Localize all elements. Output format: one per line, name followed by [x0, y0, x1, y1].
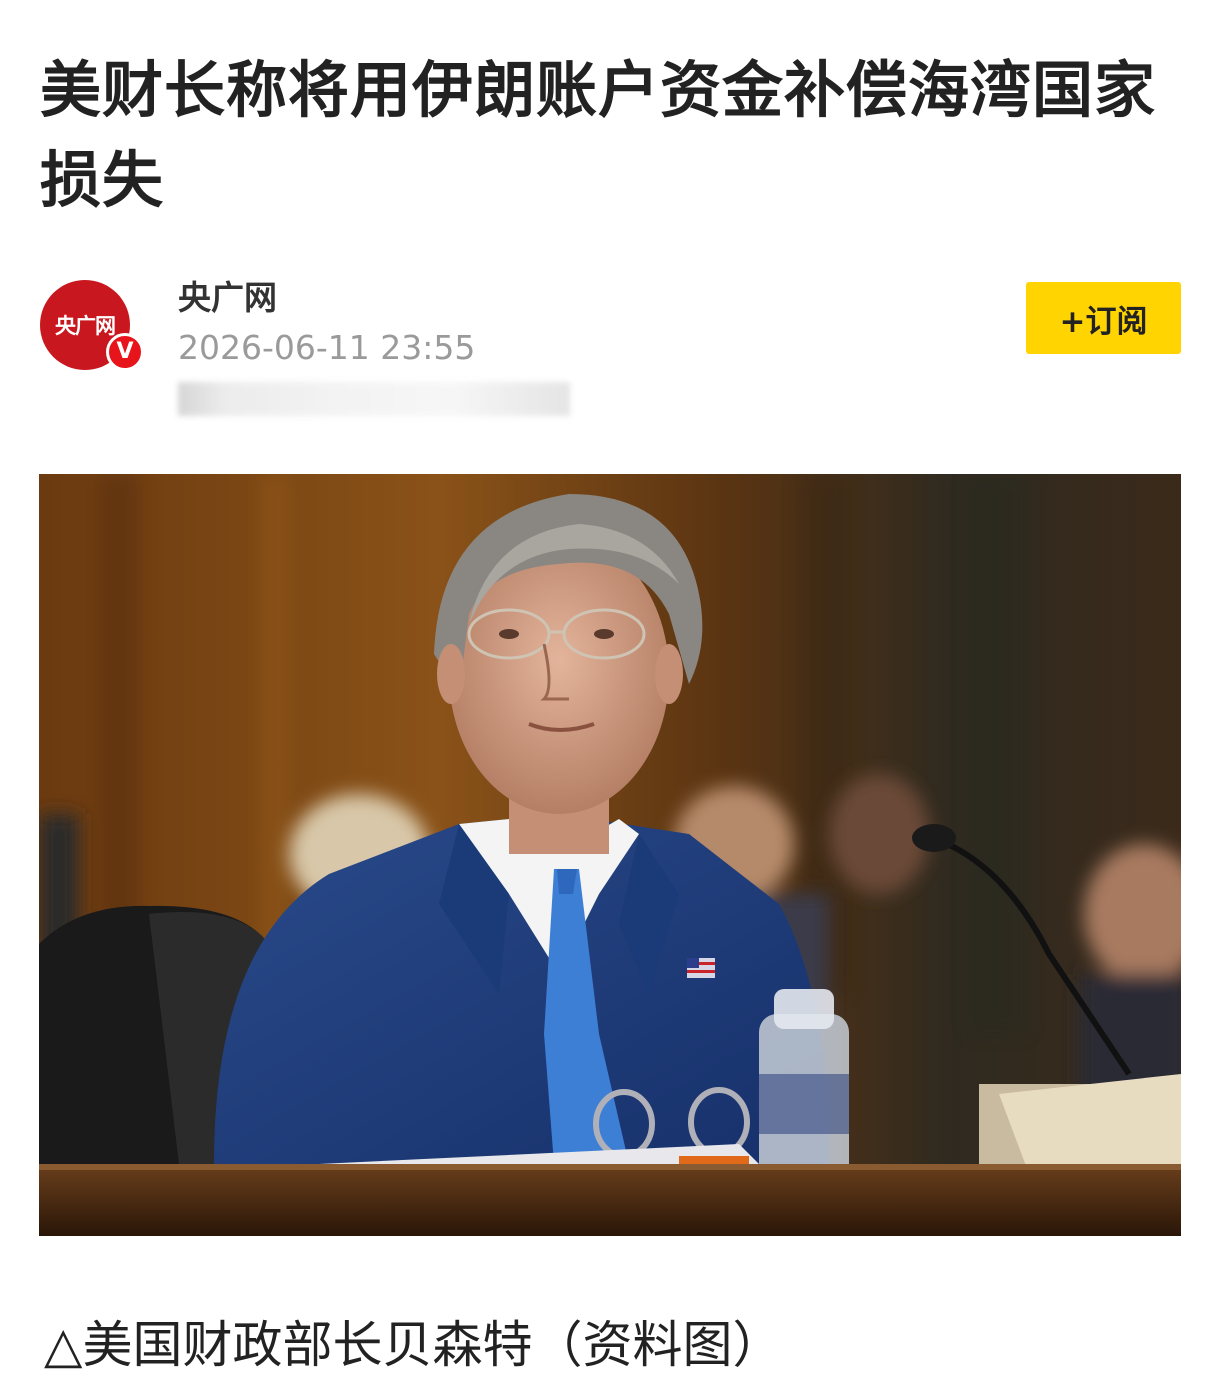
publish-time: 2026-06-11 23:55 [178, 328, 476, 367]
article-title: 美财长称将用伊朗账户资金补偿海湾国家损失 [40, 55, 1157, 216]
photo-illustration [39, 474, 1181, 1236]
verified-badge-icon: V [106, 333, 144, 371]
source-name[interactable]: 央广网 [178, 278, 277, 318]
author-row: 央广网 V 央广网 2026-06-11 23:55 +订阅 [40, 278, 1181, 428]
source-logo-text: 央广网 [55, 314, 116, 338]
blurred-meta-strip [178, 382, 570, 416]
photo-caption: △美国财政部长贝森特（资料图） [44, 1316, 783, 1374]
article-photo[interactable] [39, 474, 1181, 1236]
subscribe-button[interactable]: +订阅 [1026, 282, 1181, 354]
